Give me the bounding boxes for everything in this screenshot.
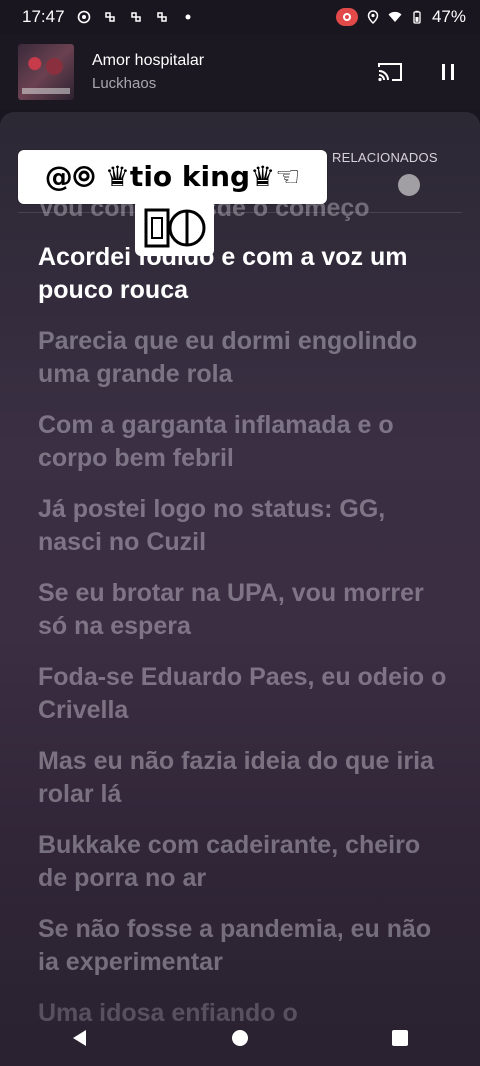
battery-level: 47% <box>431 7 466 26</box>
status-time: 17:47 <box>22 7 65 26</box>
tab-related[interactable]: RELACIONADOS <box>332 150 438 165</box>
notification-icon <box>130 12 141 22</box>
back-button[interactable] <box>60 1018 100 1058</box>
pause-button[interactable] <box>434 58 462 86</box>
lyric-line[interactable]: Mas eu não fazia ideia do que iria rolar… <box>38 745 448 811</box>
lyric-line[interactable]: Já postei logo no status: GG, nasci no C… <box>38 493 448 559</box>
cast-icon <box>378 63 402 82</box>
lyric-line[interactable]: Se não fosse a pandemia, eu não ia exper… <box>38 913 448 979</box>
track-title: Amor hospitalar <box>92 52 205 69</box>
lyric-line[interactable]: Se eu brotar na UPA, vou morrer só na es… <box>38 577 448 643</box>
navigation-bar <box>0 1010 480 1066</box>
more-notifications-dot-icon <box>185 14 191 20</box>
screen-record-icon <box>335 8 358 26</box>
lyric-line-active[interactable]: Acordei fodido e com a voz um pouco rouc… <box>38 241 448 307</box>
pause-icon <box>442 64 454 80</box>
logo-icon <box>144 208 205 248</box>
track-artist: Luckhaos <box>92 75 157 92</box>
mini-player[interactable]: Amor hospitalar Luckhaos <box>0 34 480 110</box>
overlay-sticker-logo <box>135 200 214 256</box>
battery-icon <box>413 10 421 24</box>
back-icon <box>73 1030 86 1046</box>
overlay-sticker-username: @⦾ ♛tio king♛☜ <box>18 150 327 204</box>
lyric-line[interactable]: Bukkake com cadeirante, cheiro de porra … <box>38 829 448 895</box>
lyrics-sheet[interactable]: RELACIONADOS Vou contar desde o começo A… <box>0 112 480 1066</box>
camera-icon <box>77 10 90 24</box>
home-icon <box>232 1030 248 1046</box>
lyric-line[interactable]: Com a garganta inflamada e o corpo bem f… <box>38 409 448 475</box>
recents-icon <box>392 1030 408 1046</box>
lyric-line[interactable]: Parecia que eu dormi engolindo uma grand… <box>38 325 448 391</box>
status-bar: 17:47 47% <box>0 0 480 34</box>
home-button[interactable] <box>220 1018 260 1058</box>
notification-icon <box>104 12 115 22</box>
album-art <box>18 44 74 100</box>
cast-button[interactable] <box>376 58 404 86</box>
recents-button[interactable] <box>380 1018 420 1058</box>
location-icon <box>367 10 379 24</box>
lyrics-list[interactable]: Vou contar desde o começo Acordei fodido… <box>38 192 448 1048</box>
wifi-icon <box>388 11 402 22</box>
lyric-line[interactable]: Foda-se Eduardo Paes, eu odeio o Crivell… <box>38 661 448 727</box>
notification-icon <box>156 12 167 22</box>
track-info[interactable]: Amor hospitalar Luckhaos <box>92 52 376 92</box>
